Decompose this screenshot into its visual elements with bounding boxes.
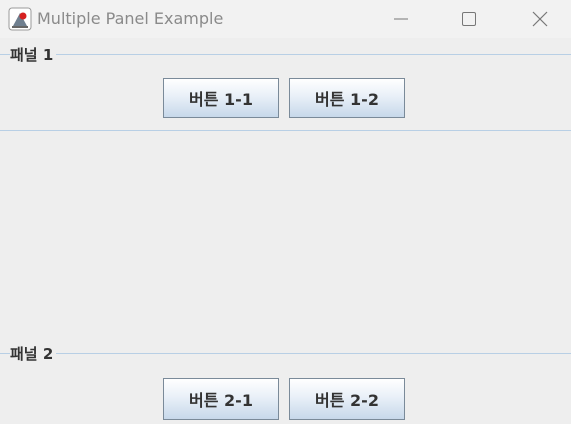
panel-1-title: 패널 1 bbox=[10, 46, 57, 64]
window-title: Multiple Panel Example bbox=[37, 9, 224, 28]
java-coffee-icon[interactable] bbox=[8, 7, 32, 31]
panel-1-border-top bbox=[0, 54, 571, 55]
close-icon bbox=[532, 11, 548, 27]
button-1-2[interactable]: 버튼 1-2 bbox=[289, 78, 405, 118]
panel-1-border-bottom bbox=[0, 130, 571, 131]
close-button[interactable] bbox=[517, 0, 563, 38]
minimize-button[interactable] bbox=[378, 0, 424, 38]
maximize-icon bbox=[462, 12, 476, 26]
app-window: Multiple Panel Example 패널 1 버튼 1-1 버튼 1-… bbox=[0, 0, 571, 424]
panel-2-title: 패널 2 bbox=[10, 345, 57, 363]
title-bar[interactable]: Multiple Panel Example bbox=[0, 0, 571, 38]
maximize-button[interactable] bbox=[446, 0, 492, 38]
panel-2-border-top bbox=[0, 353, 571, 354]
button-2-2[interactable]: 버튼 2-2 bbox=[289, 378, 405, 420]
button-1-1[interactable]: 버튼 1-1 bbox=[163, 78, 279, 118]
button-2-1[interactable]: 버튼 2-1 bbox=[163, 378, 279, 420]
minimize-icon bbox=[394, 18, 408, 20]
